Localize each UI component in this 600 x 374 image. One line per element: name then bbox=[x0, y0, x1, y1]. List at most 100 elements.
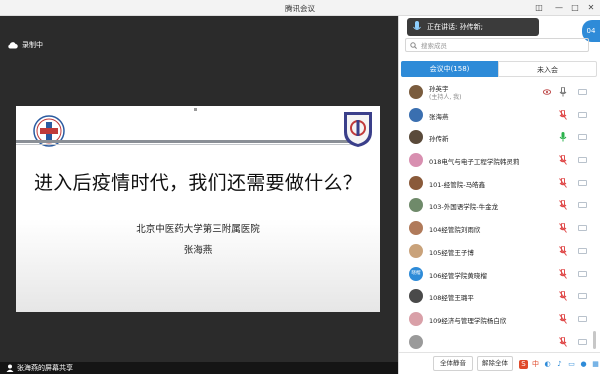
slide-marker bbox=[194, 108, 197, 111]
speaking-text: 正在讲话: 孙传新; bbox=[427, 23, 483, 31]
avatar bbox=[409, 198, 423, 213]
participant-row[interactable]: 108经管王璐平 bbox=[399, 285, 595, 308]
participant-row[interactable]: 101-经管院-马皓鑫 bbox=[399, 172, 595, 195]
eye-icon[interactable] bbox=[543, 88, 551, 96]
moon-icon[interactable]: ◐ bbox=[543, 360, 552, 369]
grid-icon[interactable]: ▦ bbox=[591, 360, 600, 369]
participant-list: 孙英宇 (主持人, 我) 张海燕孙传新 018电气与电子工程学院韩灵莉 101-经管院-… bbox=[399, 81, 595, 353]
camera-off-icon[interactable] bbox=[578, 225, 587, 232]
screen-share-label: 张海燕的屏幕共享 bbox=[17, 364, 73, 372]
participant-row[interactable]: 105经管王子博 bbox=[399, 240, 595, 263]
screen-share-footer: 张海燕的屏幕共享 bbox=[0, 362, 398, 374]
slide-headline: 进入后疫情时代，我们还需要做什么？ bbox=[33, 172, 363, 194]
speaking-indicator: 正在讲话: 孙传新; bbox=[407, 18, 539, 36]
participant-row[interactable]: 张海燕 bbox=[399, 104, 595, 127]
member-search-input[interactable]: 搜索成员 bbox=[405, 38, 589, 52]
avatar bbox=[409, 311, 423, 326]
window-title: 腾讯会议 bbox=[285, 4, 315, 13]
panel-footer: 全体静音 解除全体 S 中 ◐ ♪ ▭ ● ▦ ▲ bbox=[399, 352, 600, 374]
participant-name: 106经管学院黄晓榴 bbox=[429, 271, 487, 280]
avatar: 晓榴 bbox=[409, 266, 423, 281]
participant-row[interactable]: 018电气与电子工程学院韩灵莉 bbox=[399, 149, 595, 172]
avatar bbox=[409, 175, 423, 190]
participant-name: 108经管王璐平 bbox=[429, 294, 474, 303]
mic-muted-icon[interactable] bbox=[559, 268, 567, 279]
mic-muted-icon[interactable] bbox=[559, 155, 567, 165]
screen-share-area: 录制中 进入后疫情时代，我们还需要做什么？ 北京中医药大学第三附属医院 张海燕 … bbox=[0, 16, 398, 374]
cloud-record-icon bbox=[8, 42, 18, 49]
avatar bbox=[409, 289, 423, 304]
participant-scrollbar[interactable] bbox=[593, 81, 596, 349]
mic-muted-icon[interactable] bbox=[559, 313, 567, 324]
participant-name: 018电气与电子工程学院韩灵莉 bbox=[429, 158, 520, 167]
mic-muted-icon[interactable] bbox=[559, 109, 567, 120]
camera-off-icon[interactable] bbox=[578, 293, 587, 300]
presentation-slide: 进入后疫情时代，我们还需要做什么？ 北京中医药大学第三附属医院 张海燕 bbox=[16, 106, 380, 312]
ime-chinese-icon[interactable]: 中 bbox=[531, 360, 540, 369]
mic-tray-icon[interactable]: ♪ bbox=[555, 360, 564, 369]
avatar bbox=[409, 243, 423, 258]
camera-off-icon[interactable] bbox=[578, 134, 587, 141]
avatar bbox=[409, 85, 423, 99]
minimize-button[interactable]: — bbox=[552, 1, 566, 14]
university-emblem bbox=[344, 112, 372, 147]
participant-name: 103-外国语学院-牛金龙 bbox=[429, 203, 499, 212]
unmute-all-button[interactable]: 解除全体 bbox=[477, 356, 513, 371]
participant-name: 104经管院刘雨欣 bbox=[429, 226, 481, 235]
sogou-ime-icon[interactable]: S bbox=[519, 359, 528, 369]
maximize-button[interactable]: □ bbox=[568, 1, 582, 14]
mic-icon[interactable] bbox=[559, 87, 567, 97]
slide-author: 张海燕 bbox=[183, 245, 213, 256]
participant-name: 109经济与管理学院杨白欣 bbox=[429, 316, 507, 325]
participant-role: (主持人, 我) bbox=[429, 94, 462, 101]
camera-off-icon[interactable] bbox=[578, 89, 587, 95]
participant-row[interactable]: 晓榴 106经管学院黄晓榴 bbox=[399, 263, 595, 286]
keyboard-icon[interactable]: ▭ bbox=[567, 360, 576, 369]
pin-icon[interactable]: ◫ bbox=[532, 1, 546, 14]
camera-off-icon[interactable] bbox=[578, 338, 587, 345]
person-icon bbox=[6, 364, 14, 372]
slide-header-rule-thin bbox=[16, 144, 358, 145]
search-placeholder: 搜索成员 bbox=[421, 42, 447, 50]
participant-row[interactable]: 103-外国语学院-牛金龙 bbox=[399, 194, 595, 217]
participant-name: 101-经管院-马皓鑫 bbox=[429, 180, 486, 189]
participant-name: 张海燕 bbox=[429, 112, 449, 121]
mic-muted-icon[interactable] bbox=[559, 200, 567, 211]
mic-muted-icon[interactable] bbox=[559, 291, 567, 301]
camera-off-icon[interactable] bbox=[578, 179, 587, 186]
speaker-avatar-icon bbox=[413, 21, 421, 30]
camera-off-icon[interactable] bbox=[578, 157, 587, 164]
close-button[interactable]: ✕ bbox=[584, 1, 598, 14]
scrollbar-thumb[interactable] bbox=[593, 331, 596, 349]
mic-muted-icon[interactable] bbox=[559, 177, 567, 188]
participant-row[interactable] bbox=[399, 331, 595, 354]
participant-row[interactable]: 104经管院刘雨欣 bbox=[399, 217, 595, 240]
participants-panel: 正在讲话: 孙传新; 04 搜索成员 会议中(158) 未入会 孙英宇 (主持人,… bbox=[398, 16, 600, 374]
camera-off-icon[interactable] bbox=[578, 111, 587, 118]
avatar bbox=[409, 130, 423, 145]
camera-off-icon[interactable] bbox=[578, 202, 587, 209]
window-titlebar: 腾讯会议 ◫ — □ ✕ bbox=[0, 0, 600, 16]
participant-row[interactable]: 109经济与管理学院杨白欣 bbox=[399, 308, 595, 331]
avatar-initials: 晓榴 bbox=[411, 270, 421, 276]
slide-institution: 北京中医药大学第三附属医院 bbox=[136, 224, 260, 235]
camera-off-icon[interactable] bbox=[578, 247, 587, 254]
mic-muted-icon[interactable] bbox=[559, 336, 567, 347]
recording-indicator[interactable]: 录制中 bbox=[7, 38, 43, 52]
mic-muted-icon[interactable] bbox=[559, 223, 567, 233]
avatar bbox=[409, 334, 423, 349]
avatar bbox=[409, 153, 423, 168]
avatar bbox=[409, 107, 423, 122]
avatar bbox=[409, 221, 423, 236]
camera-off-icon[interactable] bbox=[578, 315, 587, 322]
person-tray-icon[interactable]: ● bbox=[579, 360, 588, 369]
mic-active-icon[interactable] bbox=[559, 132, 567, 142]
participant-row[interactable]: 孙传新 bbox=[399, 126, 595, 149]
mute-all-button[interactable]: 全体静音 bbox=[433, 356, 473, 371]
system-tray: S 中 ◐ ♪ ▭ ● ▦ ▲ bbox=[519, 357, 600, 371]
mic-muted-icon[interactable] bbox=[559, 245, 567, 256]
tab-in-meeting[interactable]: 会议中(158) bbox=[401, 61, 498, 77]
participant-row[interactable]: 孙英宇 (主持人, 我) bbox=[399, 81, 595, 104]
tab-not-joined[interactable]: 未入会 bbox=[498, 61, 597, 77]
camera-off-icon[interactable] bbox=[578, 270, 587, 277]
